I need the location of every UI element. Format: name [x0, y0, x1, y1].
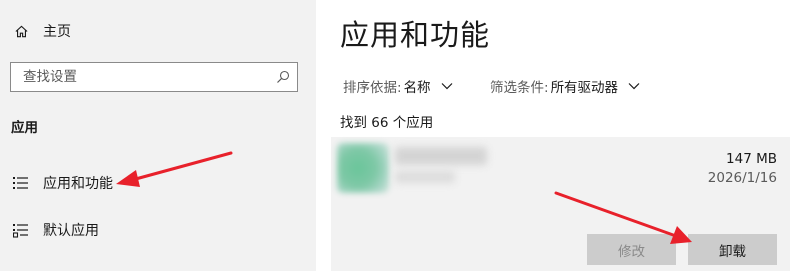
- page-title: 应用和功能: [340, 18, 491, 52]
- sidebar-item-apps-features[interactable]: 应用和功能: [0, 165, 316, 201]
- filter-label: 筛选条件:: [490, 80, 549, 96]
- filter-dropdown[interactable]: 筛选条件: 所有驱动器: [490, 76, 640, 96]
- filter-value: 所有驱动器: [550, 80, 619, 96]
- app-name-redacted: [395, 147, 487, 165]
- list-icon: [12, 174, 30, 192]
- home-icon: [12, 22, 30, 40]
- sidebar: 主页 应用 应用和功能: [0, 0, 316, 271]
- home-nav-item[interactable]: 主页: [0, 13, 316, 49]
- sidebar-item-default-apps[interactable]: 默认应用: [0, 212, 316, 248]
- section-heading-apps: 应用: [11, 120, 38, 136]
- search-box[interactable]: [10, 62, 298, 92]
- home-label: 主页: [43, 24, 71, 40]
- apps-found-count: 找到 66 个应用: [340, 115, 434, 131]
- app-install-date: 2026/1/16: [707, 170, 777, 186]
- uninstall-button[interactable]: 卸载: [688, 234, 777, 265]
- sort-value: 名称: [403, 80, 431, 96]
- app-icon: [337, 143, 389, 193]
- modify-button: 修改: [587, 234, 676, 265]
- search-icon[interactable]: [275, 69, 291, 85]
- sort-label: 排序依据:: [343, 80, 402, 96]
- chevron-down-icon: [628, 83, 640, 90]
- search-input[interactable]: [11, 63, 271, 91]
- default-apps-icon: [12, 221, 30, 239]
- sort-dropdown[interactable]: 排序依据: 名称: [343, 76, 453, 96]
- app-size: 147 MB: [726, 151, 777, 167]
- sidebar-item-label: 默认应用: [43, 223, 99, 239]
- chevron-down-icon: [441, 83, 452, 90]
- sidebar-item-label: 应用和功能: [43, 176, 113, 192]
- app-publisher-redacted: [395, 171, 455, 183]
